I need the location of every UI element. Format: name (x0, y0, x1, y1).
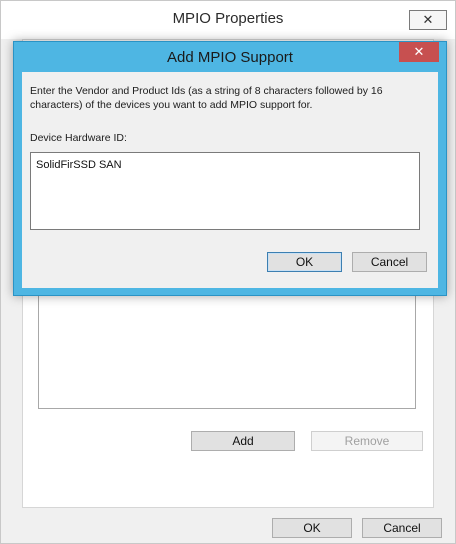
dialog-title-bar: Add MPIO Support ✕ (14, 42, 446, 72)
dialog-ok-button[interactable]: OK (267, 252, 342, 272)
remove-button[interactable]: Remove (311, 431, 423, 451)
close-icon: ✕ (413, 44, 425, 59)
cancel-button[interactable]: Cancel (362, 518, 442, 538)
window-close-button[interactable]: ✕ (409, 10, 447, 30)
instructions-text: Enter the Vendor and Product Ids (as a s… (30, 85, 383, 111)
dialog-cancel-button[interactable]: Cancel (352, 252, 427, 272)
devices-list[interactable] (38, 295, 416, 409)
dialog-body: Enter the Vendor and Product Ids (as a s… (22, 72, 438, 288)
close-icon: ✕ (422, 12, 434, 27)
device-hardware-id-label: Device Hardware ID: (30, 132, 127, 144)
dialog-title: Add MPIO Support (167, 49, 293, 66)
window-title-bar: MPIO Properties ✕ (1, 1, 455, 39)
add-button[interactable]: Add (191, 431, 295, 451)
ok-button[interactable]: OK (272, 518, 352, 538)
dialog-close-button[interactable]: ✕ (399, 42, 439, 62)
device-hardware-id-input[interactable]: SolidFirSSD SAN (30, 152, 420, 230)
add-mpio-support-dialog: Add MPIO Support ✕ Enter the Vendor and … (13, 41, 447, 296)
window-title: MPIO Properties (172, 10, 284, 27)
